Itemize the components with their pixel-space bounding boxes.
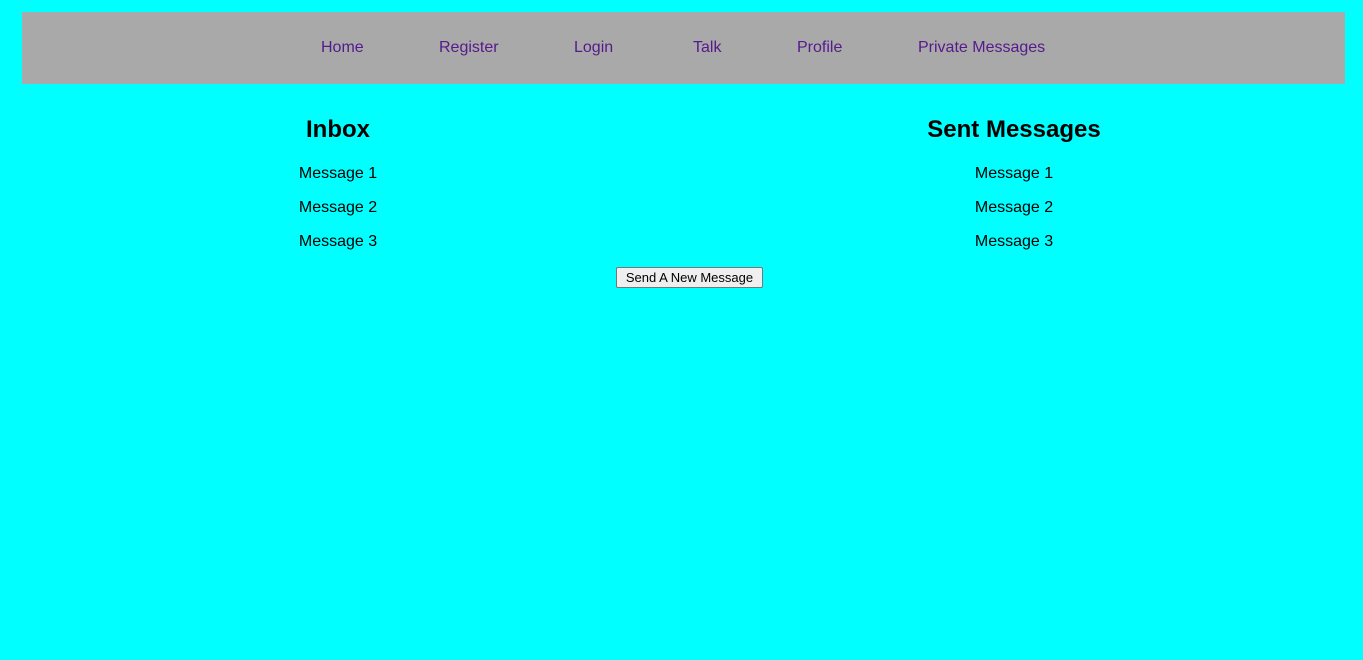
inbox-heading: Inbox [306, 116, 370, 143]
sent-message-item[interactable]: Message 3 [884, 232, 1144, 266]
nav-link-profile[interactable]: Profile [797, 38, 842, 57]
sent-message-list: Message 1 Message 2 Message 3 [884, 164, 1144, 266]
nav-link-talk[interactable]: Talk [693, 38, 721, 57]
inbox-message-list: Message 1 Message 2 Message 3 [238, 164, 438, 266]
send-new-message-button[interactable]: Send A New Message [616, 267, 763, 288]
nav-link-private-messages[interactable]: Private Messages [918, 38, 1045, 57]
inbox-message-item[interactable]: Message 3 [238, 232, 438, 266]
nav-link-register[interactable]: Register [439, 38, 499, 57]
sent-messages-section: Sent Messages Message 1 Message 2 Messag… [884, 116, 1144, 250]
sent-message-item[interactable]: Message 2 [884, 198, 1144, 232]
top-navigation-bar: Home Register Login Talk Profile Private… [22, 12, 1345, 84]
sent-message-item[interactable]: Message 1 [884, 164, 1144, 198]
nav-link-home[interactable]: Home [321, 38, 364, 57]
nav-link-login[interactable]: Login [574, 38, 613, 57]
inbox-message-item[interactable]: Message 2 [238, 198, 438, 232]
inbox-message-item[interactable]: Message 1 [238, 164, 438, 198]
sent-messages-heading: Sent Messages [927, 116, 1101, 143]
inbox-section: Inbox Message 1 Message 2 Message 3 [238, 116, 438, 250]
